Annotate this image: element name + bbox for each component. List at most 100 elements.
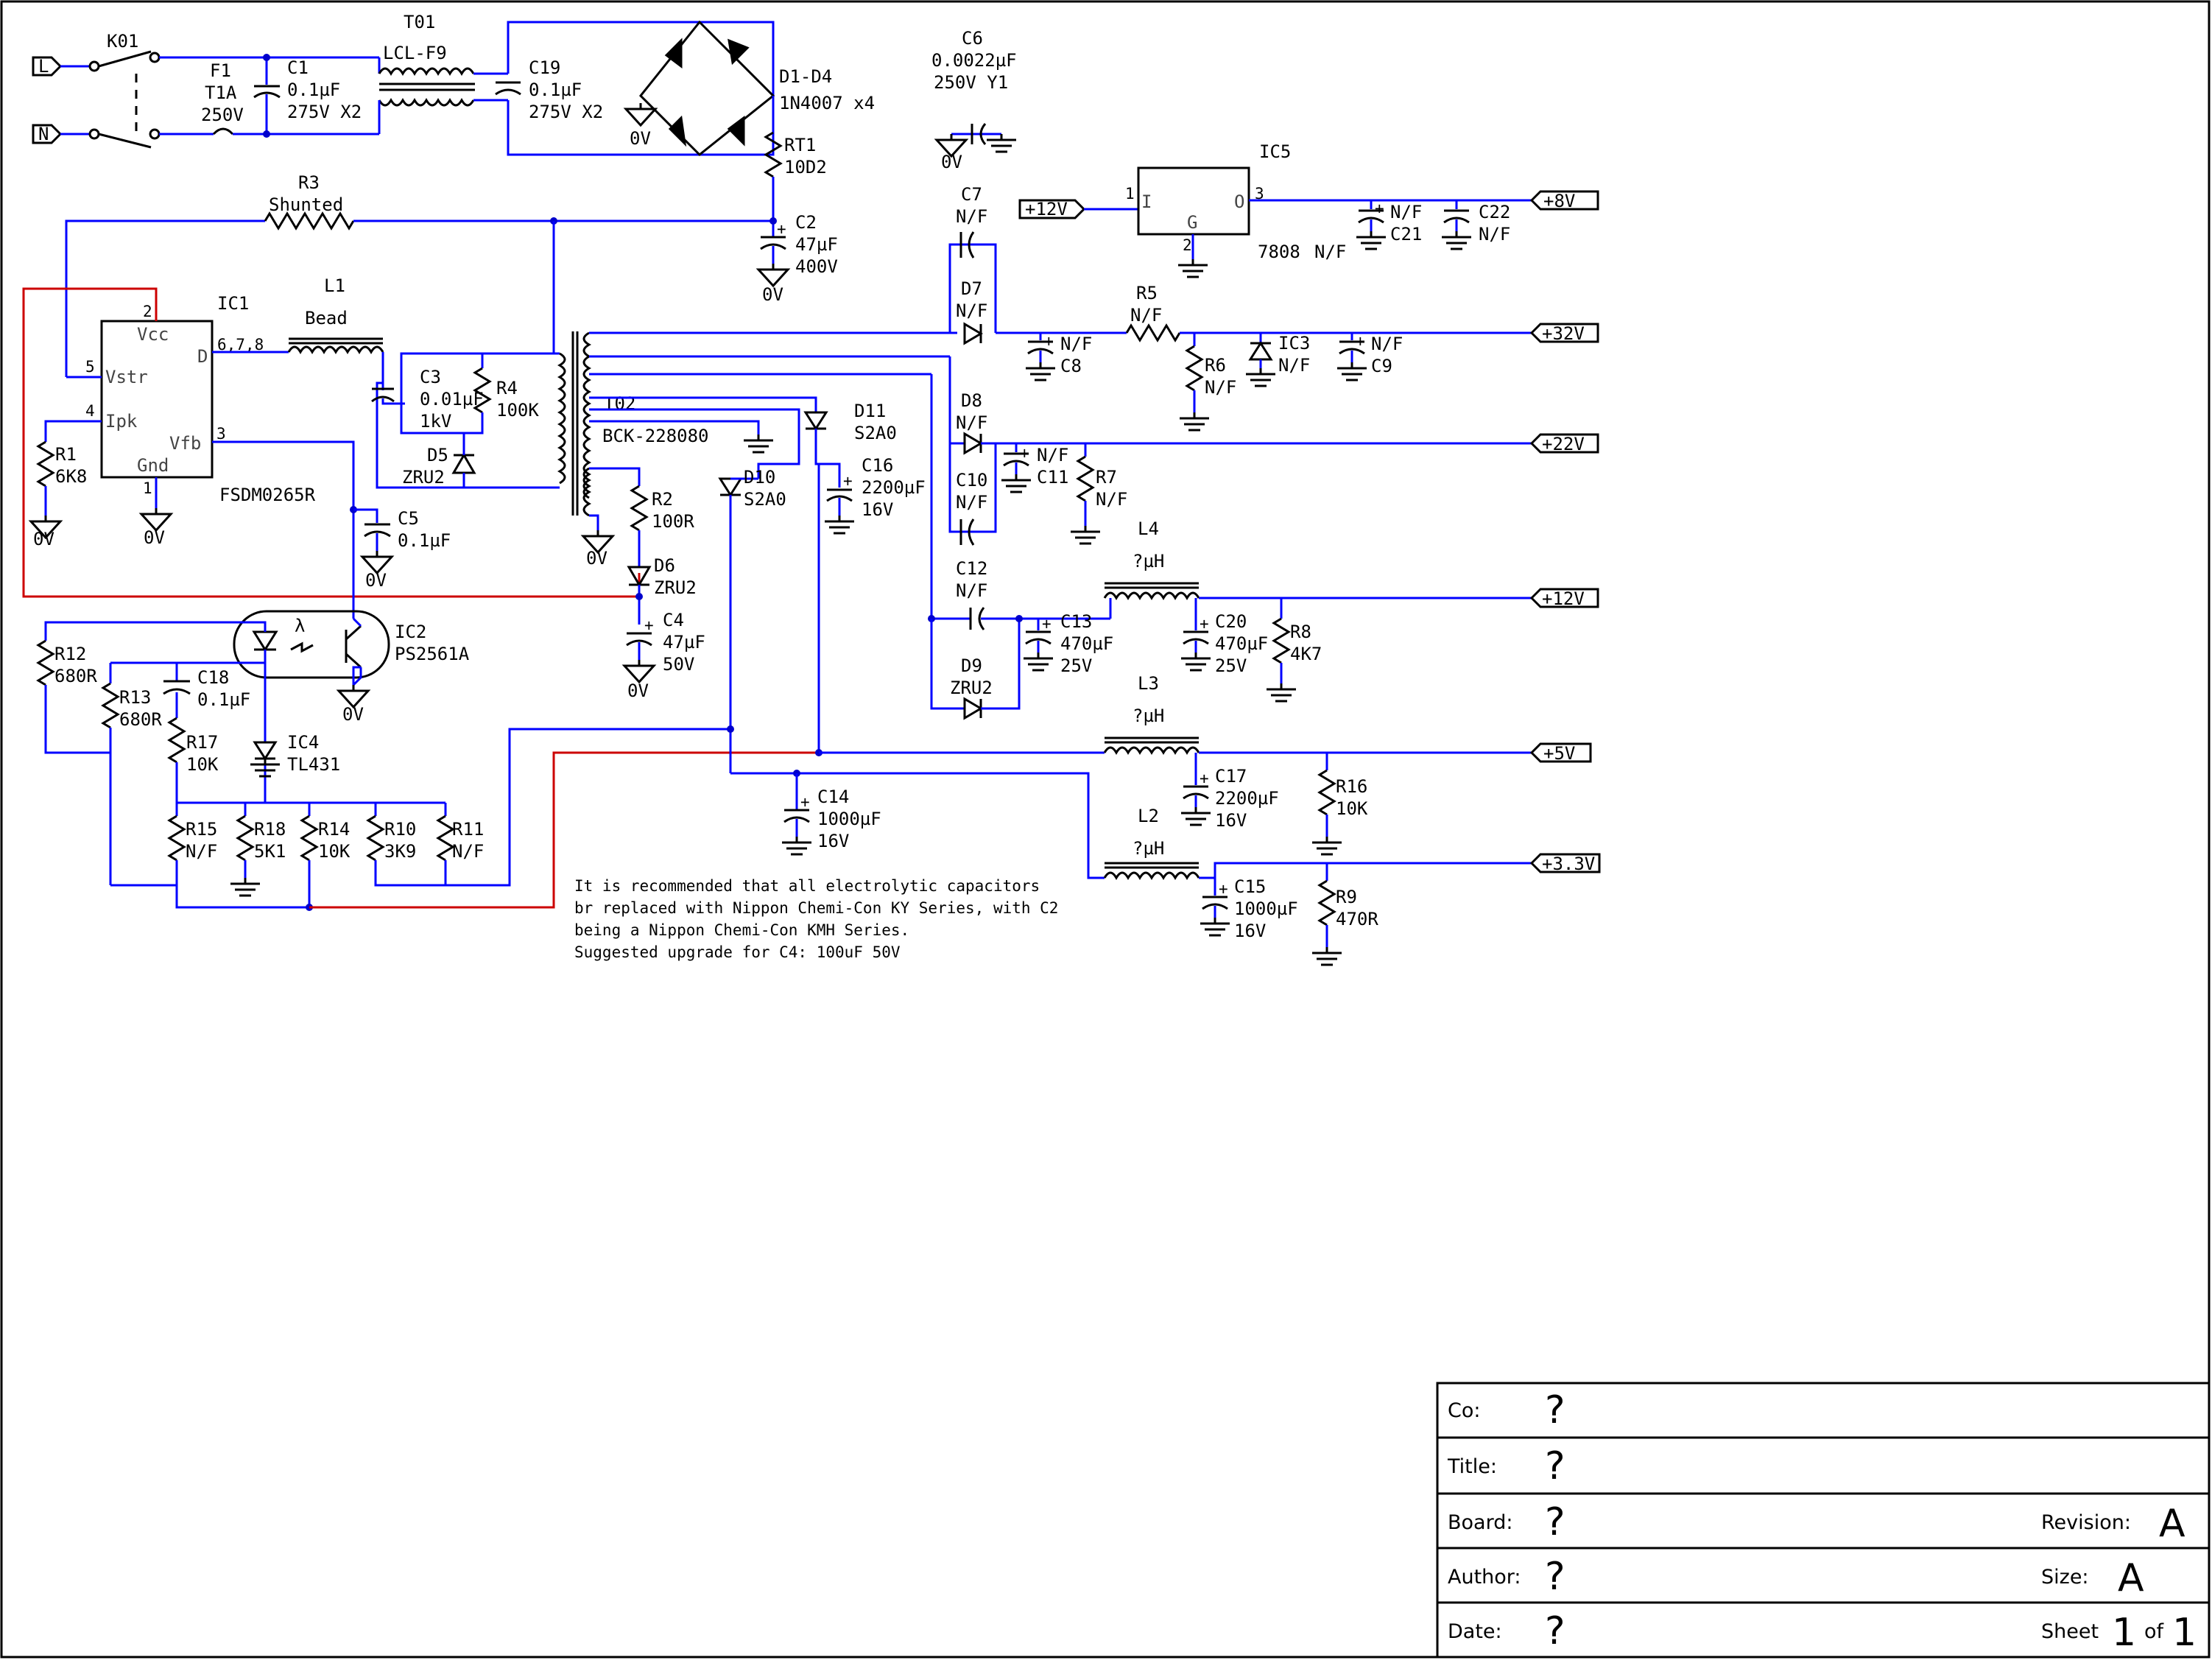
r7-label: R7 bbox=[1096, 467, 1117, 488]
n-terminal-label: N bbox=[38, 124, 49, 144]
c20-voltage: 25V bbox=[1215, 655, 1247, 676]
c13-voltage: 25V bbox=[1060, 655, 1092, 676]
f1-label: F1 bbox=[210, 60, 231, 81]
ic5-label: IC5 bbox=[1259, 141, 1291, 162]
port-5v-label: +5V bbox=[1543, 743, 1575, 764]
c2-label: C2 bbox=[795, 212, 817, 233]
port-8v-label: +8V bbox=[1543, 191, 1575, 211]
r15-label: R15 bbox=[186, 819, 217, 840]
c14-label: C14 bbox=[817, 787, 849, 807]
r5-value: N/F bbox=[1130, 305, 1162, 326]
c10-value: N/F bbox=[956, 492, 987, 513]
gnd-ic2: 0V bbox=[342, 704, 364, 725]
design-note: It is recommended that all electrolytic … bbox=[574, 877, 1058, 961]
c14-voltage: 16V bbox=[817, 831, 849, 851]
l4-label: L4 bbox=[1138, 518, 1159, 539]
c18-value: 0.1µF bbox=[197, 689, 250, 710]
ic5-part: 7808 bbox=[1258, 242, 1300, 262]
c11-label: C11 bbox=[1037, 467, 1068, 488]
svg-text:+: + bbox=[1200, 770, 1209, 787]
feedback-section: λ 0V IC2 PS2561A R12 680R R13 680R C18 0… bbox=[36, 610, 1105, 911]
c7-value: N/F bbox=[956, 206, 987, 227]
svg-text:+: + bbox=[1200, 615, 1209, 633]
c12-label: C12 bbox=[956, 558, 987, 579]
c1-label: C1 bbox=[287, 57, 309, 78]
c15-voltage: 16V bbox=[1234, 921, 1266, 941]
svg-text:+: + bbox=[1044, 332, 1054, 350]
gnd-aux: 0V bbox=[586, 548, 607, 569]
c15-label: C15 bbox=[1234, 876, 1266, 897]
ic1-pin2: 2 bbox=[143, 303, 152, 320]
gnd-r1: 0V bbox=[33, 529, 54, 549]
c4-value: 47µF bbox=[663, 632, 705, 653]
ic1-pin678: 6,7,8 bbox=[217, 336, 264, 354]
r1-value: 6K8 bbox=[55, 466, 87, 487]
c16-label: C16 bbox=[862, 455, 893, 476]
l2-label: L2 bbox=[1138, 806, 1159, 826]
tb-sheet-value: 1 bbox=[2112, 1611, 2136, 1655]
c17-voltage: 16V bbox=[1215, 810, 1247, 831]
r9-value: 470R bbox=[1336, 909, 1378, 929]
c9-value: N/F bbox=[1371, 334, 1403, 354]
ic1-part: FSDM0265R bbox=[219, 485, 316, 505]
c6-voltage: 250V Y1 bbox=[934, 72, 1008, 93]
c18-label: C18 bbox=[197, 667, 229, 688]
c2-value: 47µF bbox=[795, 234, 838, 255]
c8-label: C8 bbox=[1060, 356, 1082, 376]
r17-value: 10K bbox=[186, 754, 219, 775]
tb-title-value: ? bbox=[1545, 1444, 1565, 1488]
d5-value: ZRU2 bbox=[402, 467, 445, 488]
t02-value: BCK-228080 bbox=[602, 426, 709, 446]
svg-text:+: + bbox=[1375, 200, 1384, 217]
note-line-4: Suggested upgrade for C4: 100uF 50V bbox=[574, 943, 901, 961]
l3-label: L3 bbox=[1138, 673, 1159, 694]
r5-label: R5 bbox=[1136, 283, 1158, 303]
tb-author-label: Author: bbox=[1448, 1566, 1521, 1589]
c3-voltage: 1kV bbox=[420, 411, 451, 432]
c21-value: N/F bbox=[1390, 202, 1422, 222]
d6-value: ZRU2 bbox=[654, 577, 697, 598]
c1-voltage: 275V X2 bbox=[287, 102, 362, 122]
c1-value: 0.1µF bbox=[287, 80, 340, 100]
r17-label: R17 bbox=[186, 732, 218, 753]
note-line-3: being a Nippon Chemi-Con KMH Series. bbox=[574, 921, 909, 939]
r11-value: N/F bbox=[452, 841, 484, 862]
tb-board-label: Board: bbox=[1448, 1511, 1512, 1534]
tb-date-label: Date: bbox=[1448, 1620, 1502, 1643]
k01-label: K01 bbox=[107, 31, 138, 52]
r3-label: R3 bbox=[298, 172, 320, 193]
ic5-pin1: 1 bbox=[1125, 185, 1135, 203]
ic5-value: N/F bbox=[1314, 242, 1346, 262]
r9-label: R9 bbox=[1336, 887, 1357, 907]
r8-value: 4K7 bbox=[1290, 644, 1322, 664]
d11-label: D11 bbox=[854, 401, 886, 421]
c19-value: 0.1µF bbox=[529, 80, 582, 100]
r4-label: R4 bbox=[496, 378, 518, 398]
d1d4-value: 1N4007 x4 bbox=[779, 93, 875, 113]
c21-label: C21 bbox=[1390, 224, 1422, 245]
tb-of-value: 1 bbox=[2172, 1611, 2197, 1655]
c17-label: C17 bbox=[1215, 766, 1247, 787]
r10-label: R10 bbox=[384, 819, 416, 840]
c11-value: N/F bbox=[1037, 445, 1068, 465]
ic3-value: N/F bbox=[1278, 355, 1310, 376]
c13-value: 470µF bbox=[1060, 633, 1113, 654]
r12-value: 680R bbox=[54, 666, 97, 686]
svg-text:+: + bbox=[1042, 615, 1052, 633]
ic1-label: IC1 bbox=[217, 293, 249, 314]
tb-co-label: Co: bbox=[1448, 1399, 1480, 1422]
r16-label: R16 bbox=[1336, 776, 1367, 797]
c5-value: 0.1µF bbox=[398, 530, 451, 551]
r6-label: R6 bbox=[1205, 355, 1226, 376]
port-22v-label: +22V bbox=[1542, 434, 1585, 454]
r15-value: N/F bbox=[186, 841, 217, 862]
c16-value: 2200µF bbox=[862, 477, 926, 498]
ic1-pin5: 5 bbox=[85, 358, 95, 376]
c14-value: 1000µF bbox=[817, 809, 881, 829]
f1-value: T1A bbox=[205, 82, 237, 103]
c20-value: 470µF bbox=[1215, 633, 1268, 654]
gnd-c5: 0V bbox=[365, 570, 387, 591]
d11-value: S2A0 bbox=[854, 423, 897, 443]
svg-text:+: + bbox=[1020, 444, 1029, 462]
ic5-i: I bbox=[1141, 191, 1152, 212]
